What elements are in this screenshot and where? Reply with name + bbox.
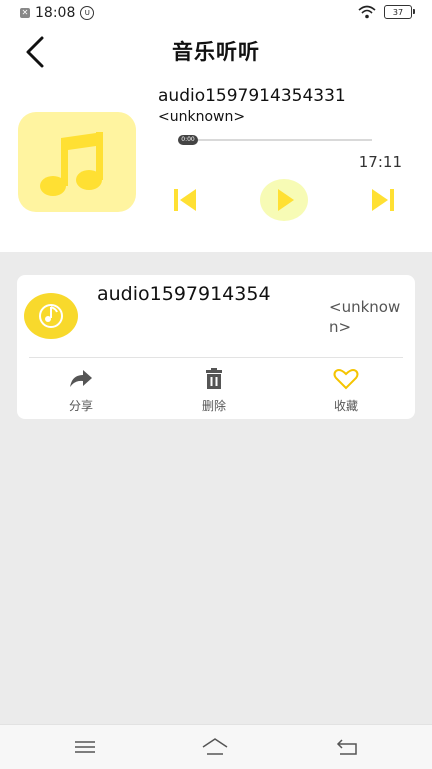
share-label: 分享 — [68, 399, 93, 413]
track-title: audio1597914354331 — [158, 86, 346, 106]
wifi-icon — [358, 5, 376, 19]
share-icon — [70, 370, 92, 387]
music-disc-icon — [24, 293, 78, 339]
favorite-label: 收藏 — [333, 399, 358, 413]
home-icon[interactable] — [200, 735, 230, 759]
play-icon[interactable] — [259, 178, 309, 222]
status-time: 18:08 — [35, 5, 76, 21]
progress-bar[interactable] — [178, 139, 372, 141]
system-nav-bar — [0, 724, 432, 769]
divider — [29, 357, 403, 358]
song-artist: <unknown> — [329, 298, 401, 336]
notification-icon: ✕ — [20, 8, 30, 18]
track-duration: 17:11 — [358, 153, 402, 171]
track-artist: <unknown> — [158, 109, 246, 125]
song-card[interactable]: audio1597914354 <unknown> 分享 删除 收藏 — [17, 275, 415, 419]
menu-icon[interactable] — [70, 735, 100, 759]
return-icon[interactable] — [332, 735, 362, 759]
heart-icon — [333, 369, 359, 390]
song-title: audio1597914354 — [97, 283, 271, 305]
next-track-icon[interactable] — [368, 184, 398, 216]
favorite-button[interactable]: 收藏 — [316, 367, 376, 414]
battery-icon: 37 — [384, 5, 415, 19]
previous-track-icon[interactable] — [170, 184, 200, 216]
delete-button[interactable]: 删除 — [184, 367, 244, 414]
music-note-icon — [40, 132, 103, 196]
battery-level: 37 — [392, 7, 404, 17]
u-icon: U — [80, 6, 95, 20]
delete-label: 删除 — [201, 399, 226, 413]
album-art — [18, 112, 136, 212]
share-button[interactable]: 分享 — [51, 367, 111, 414]
trash-icon — [206, 368, 222, 389]
player-panel: 音乐听听 audio1597914354331 <unknown> 0:00 1… — [0, 26, 432, 252]
status-bar: ✕ 18:08 U 37 — [0, 0, 432, 26]
page-title: 音乐听听 — [172, 40, 260, 64]
progress-thumb[interactable]: 0:00 — [178, 135, 198, 145]
